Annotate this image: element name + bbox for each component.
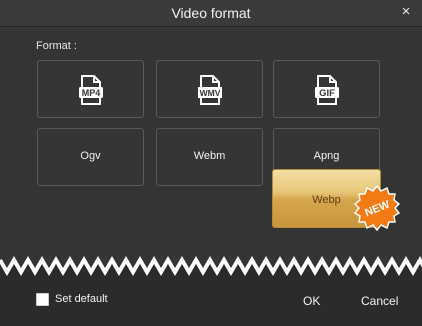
new-badge: NEW xyxy=(354,185,400,231)
close-icon[interactable]: × xyxy=(398,3,414,21)
ok-button[interactable]: OK xyxy=(303,294,320,308)
format-gif-button[interactable]: GIF xyxy=(273,60,380,118)
title-bar: Video format × xyxy=(0,0,422,27)
window-title: Video format xyxy=(171,5,251,21)
zigzag-divider xyxy=(0,254,422,280)
format-ogv-button[interactable]: Ogv xyxy=(37,128,144,186)
format-ogv-label: Ogv xyxy=(80,150,101,162)
svg-text:GIF: GIF xyxy=(319,88,335,99)
footer-bar: Set default OK Cancel xyxy=(0,280,422,326)
svg-text:MP4: MP4 xyxy=(82,88,101,98)
svg-text:WMV: WMV xyxy=(200,88,221,98)
wmv-file-icon: WMV xyxy=(198,75,222,105)
format-webm-button[interactable]: Webm xyxy=(156,128,263,186)
format-mp4-button[interactable]: MP4 xyxy=(37,60,144,118)
format-apng-label: Apng xyxy=(313,150,340,162)
format-wmv-button[interactable]: WMV xyxy=(156,60,263,118)
format-label: Format : xyxy=(36,40,77,52)
set-default-label[interactable]: Set default xyxy=(55,293,108,305)
format-webm-label: Webm xyxy=(193,150,226,162)
mp4-file-icon: MP4 xyxy=(79,75,103,105)
set-default-checkbox[interactable] xyxy=(36,293,49,306)
cancel-button[interactable]: Cancel xyxy=(361,294,398,308)
gif-file-icon: GIF xyxy=(315,75,339,105)
